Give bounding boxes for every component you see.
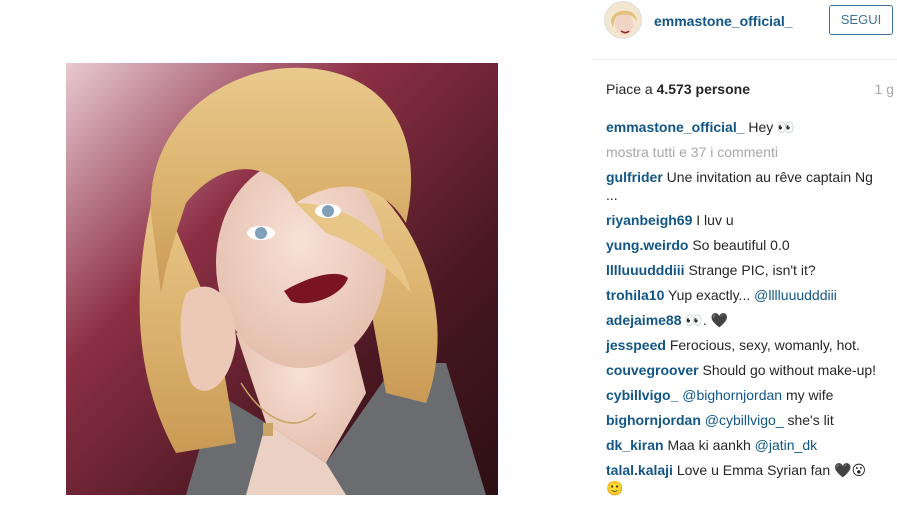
comment-text: my wife (782, 387, 834, 403)
comment-author[interactable]: adejaime88 (606, 312, 682, 328)
comment-item: bighornjordan @cybillvigo_ she's lit (606, 411, 878, 429)
comment-text: So beautiful 0.0 (692, 237, 790, 253)
comment-author[interactable]: lllluuudddiii (606, 262, 685, 278)
photo-area (0, 0, 565, 527)
comment-text: Maa ki aankh (667, 437, 755, 453)
comment-item: cybillvigo_ @bighornjordan my wife (606, 386, 878, 404)
comment-mention[interactable]: @lllluuudddiii (754, 287, 837, 303)
comment-author[interactable]: trohila10 (606, 287, 664, 303)
comment-item: yung.weirdo So beautiful 0.0 (606, 236, 878, 254)
comment-text: she's lit (783, 412, 834, 428)
comments-list: emmastone_official_ Hey 👀 mostra tutti e… (606, 118, 878, 504)
avatar-image-icon (605, 2, 641, 38)
caption: emmastone_official_ Hey 👀 (606, 118, 878, 136)
comment-author[interactable]: gulfrider (606, 169, 663, 185)
likes-count[interactable]: 4.573 persone (657, 81, 750, 97)
comment-author[interactable]: couvegroover (606, 362, 699, 378)
comment-text: Ferocious, sexy, womanly, hot. (669, 337, 860, 353)
comment-item: gulfrider Une invitation au rêve captain… (606, 168, 878, 204)
comment-item: couvegroover Should go without make-up! (606, 361, 878, 379)
username-link[interactable]: emmastone_official_ (654, 13, 793, 29)
comment-text: I luv u (696, 212, 734, 228)
comment-text: Hey 👀 (748, 119, 795, 135)
post-photo[interactable] (66, 63, 498, 495)
timestamp[interactable]: 1 g (875, 81, 894, 97)
likes-prefix: Piace a (606, 81, 657, 97)
comment-author[interactable]: dk_kiran (606, 437, 664, 453)
comment-item: adejaime88 👀. 🖤 (606, 311, 878, 329)
avatar[interactable] (604, 1, 642, 39)
likes-row: Piace a 4.573 persone 1 g (606, 81, 894, 97)
show-all-comments-link[interactable]: mostra tutti e 37 i commenti (606, 143, 878, 161)
post-header: emmastone_official_ SEGUI (593, 0, 897, 60)
comment-item: dk_kiran Maa ki aankh @jatin_dk (606, 436, 878, 454)
comment-item: lllluuudddiii Strange PIC, isn't it? (606, 261, 878, 279)
comment-text: Strange PIC, isn't it? (688, 262, 816, 278)
portrait-photo-icon (66, 63, 498, 495)
comment-item: jesspeed Ferocious, sexy, womanly, hot. (606, 336, 878, 354)
comment-author[interactable]: emmastone_official_ (606, 119, 745, 135)
comment-author[interactable]: cybillvigo_ (606, 387, 678, 403)
post-sidebar: emmastone_official_ SEGUI Piace a 4.573 … (593, 0, 897, 527)
comment-author[interactable]: bighornjordan (606, 412, 701, 428)
comment-mention[interactable]: @jatin_dk (755, 437, 817, 453)
comment-author[interactable]: yung.weirdo (606, 237, 688, 253)
comment-author[interactable]: riyanbeigh69 (606, 212, 692, 228)
comment-item: trohila10 Yup exactly... @lllluuudddiii (606, 286, 878, 304)
comment-item: talal.kalaji Love u Emma Syrian fan 🖤😮 🙂 (606, 461, 878, 497)
follow-button[interactable]: SEGUI (829, 5, 893, 35)
comment-text: Yup exactly... (668, 287, 755, 303)
comment-author[interactable]: talal.kalaji (606, 462, 673, 478)
comment-text: 👀. 🖤 (685, 312, 729, 328)
comment-text: Should go without make-up! (702, 362, 877, 378)
comment-mention[interactable]: @cybillvigo_ (705, 412, 784, 428)
comment-item: riyanbeigh69 I luv u (606, 211, 878, 229)
comment-author[interactable]: jesspeed (606, 337, 666, 353)
comment-mention[interactable]: @bighornjordan (682, 387, 782, 403)
